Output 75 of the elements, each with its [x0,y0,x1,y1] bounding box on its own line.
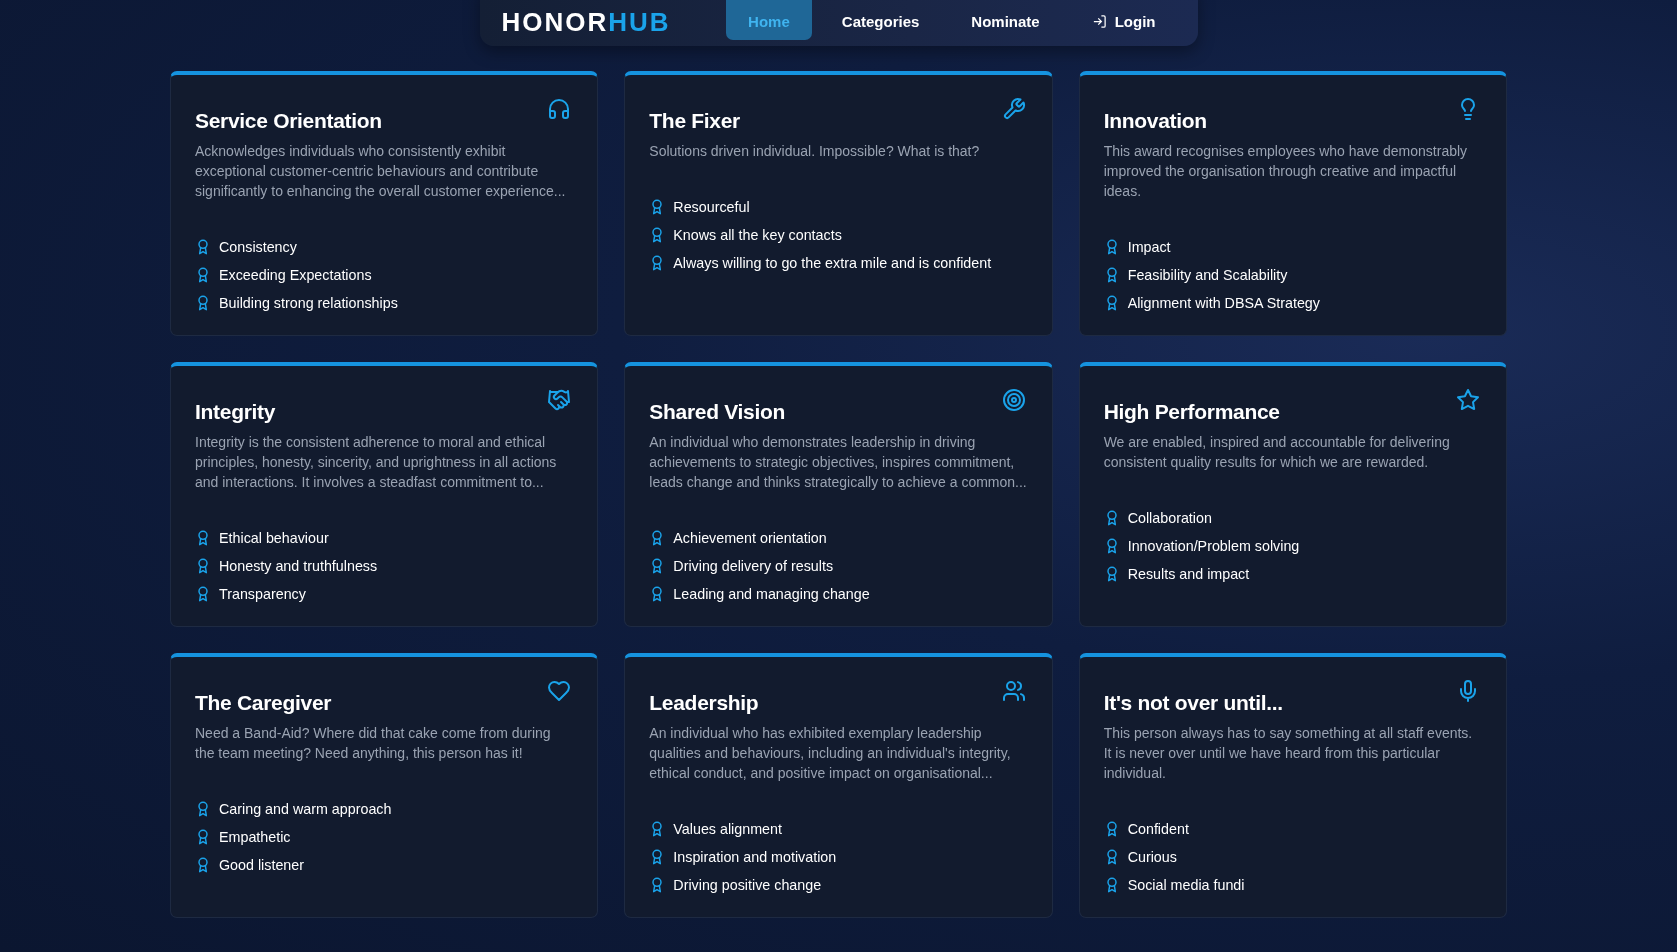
card-title: The Caregiver [195,691,332,715]
criterion-label: Alignment with DBSA Strategy [1127,294,1320,313]
criterion-label: Values alignment [673,820,782,839]
target-icon [1001,388,1026,412]
logo[interactable]: HONORHUB [501,6,671,38]
criterion-label: Curious [1127,848,1177,867]
card-description: Integrity is the consistent adherence to moral and ethical principles, honesty, sincerity, and uprightness in all actions and interactions. It involves a steadfast commitment to... [195,433,558,492]
card-title: Shared Vision [649,400,786,424]
award-card[interactable] [624,362,1053,627]
award-card[interactable]: High Performance We are enabled, inspired and accountable for delivering consistent quality results for which we are rewarded. Collaboration Innovation/Problem solving Results and impact [1078,362,1507,627]
nav-tab[interactable]: Nominate [949,0,1062,40]
criterion-label: Driving delivery of results [673,557,834,576]
award-ribbon-icon [195,829,211,845]
award-card[interactable] [170,71,599,336]
criterion-label: Social media fundi [1127,876,1245,895]
card-title: Integrity [195,400,276,424]
award-ribbon-icon [195,857,211,873]
card-title: Innovation [1103,109,1207,133]
award-ribbon-icon [195,267,211,283]
criterion-label: Caring and warm approach [219,800,392,819]
award-card[interactable]: Innovation This award recognises employees who have demonstrably improved the organisation through creative and impactful ideas. Impact Feasibility and Scalability Alignment with DBSA Strategy [1078,71,1507,336]
award-card[interactable]: The Caregiver Need a Band-Aid? Where did that cake come from during the team meeting? Need anything, this person has it! Caring and warm approach Empathetic Good listener [170,653,599,918]
criterion-label: Leading and managing change [673,585,870,604]
award-card[interactable]: It's not over until... This person always has to say something at all staff events. It is never over until we have heard from this particular individual. Confident Curious Social media fundi [1078,653,1507,918]
card-title: It's not over until... [1103,691,1283,715]
card-description: This award recognises employees who have demonstrably improved the organisation through creative and impactful ideas. [1103,142,1469,201]
login-link[interactable]: Login [1069,0,1178,40]
handshake-icon [547,388,572,412]
criterion-label: Consistency [219,238,297,257]
card-title: The Fixer [649,109,740,133]
criterion-label: Achievement orientation [673,529,827,548]
card-title: Service Orientation [195,109,382,133]
criterion-label: Results and impact [1127,565,1250,584]
criterion-label: Knows all the key contacts [673,226,842,245]
criterion-label: Resourceful [673,198,750,217]
award-ribbon-icon [195,801,211,817]
criterion-label: Good listener [219,856,305,875]
heart-icon [547,679,572,703]
award-ribbon-icon [195,239,211,255]
criterion-label: Always willing to go the extra mile and is confident [673,254,992,273]
award-ribbon-icon [195,530,211,546]
criterion-label: Collaboration [1127,509,1212,528]
card-description: An individual who demonstrates leadership in driving achievements to strategic objectives, inspires commitment, leads change and thinks strategically to achieve a common... [649,433,1028,492]
nav-tab[interactable]: Categories [819,0,942,40]
users-icon [1001,679,1026,703]
award-card[interactable]: The Fixer Solutions driven individual. Impossible? What is that? Resourceful Knows all the key contacts Always willing to go the extra mile and is confident [624,71,1053,336]
award-card[interactable] [624,653,1053,918]
criterion-label: Transparency [219,585,306,604]
card-description: Acknowledges individuals who consistently exhibit exceptional customer-centric behaviours and contribute significantly to enhancing the overall customer experience... [195,142,567,201]
card-description: This person always has to say something at all staff events. It is never over until we have heard from this particular individual. [1103,724,1474,783]
card-description: An individual who has exhibited exemplary leadership qualities and behaviours, including an individual's integrity, ethical conduct, and positive impact on organisational... [649,724,1012,783]
criterion-label: Feasibility and Scalability [1127,266,1288,285]
card-title: High Performance [1103,400,1280,424]
card-title: Leadership [649,691,759,715]
criterion-label: Exceeding Expectations [219,266,372,285]
criterion-label: Honesty and truthfulness [219,557,378,576]
award-ribbon-icon [195,586,211,602]
award-ribbon-icon [195,558,211,574]
headset-icon [547,97,572,121]
card-description: Need a Band-Aid? Where did that cake come from during the team meeting? Need anything, this person has it! [195,724,552,763]
card-description: We are enabled, inspired and accountable for delivering consistent quality results for which we are rewarded. [1103,433,1451,472]
criterion-label: Innovation/Problem solving [1127,537,1300,556]
wrench-icon [1001,97,1026,121]
award-card[interactable] [170,362,599,627]
criterion-label: Ethical behaviour [219,529,329,548]
criterion-label: Impact [1127,238,1171,257]
card-description: Solutions driven individual. Impossible? What is that? [649,142,981,161]
criterion-label: Inspiration and motivation [673,848,837,867]
login-icon [1091,13,1107,29]
criterion-label: Empathetic [219,828,291,847]
criterion-label: Building strong relationships [219,294,398,313]
award-ribbon-icon [195,295,211,311]
star-icon [1456,388,1480,412]
criterion-label: Confident [1127,820,1189,839]
criterion-label: Driving positive change [673,876,822,895]
